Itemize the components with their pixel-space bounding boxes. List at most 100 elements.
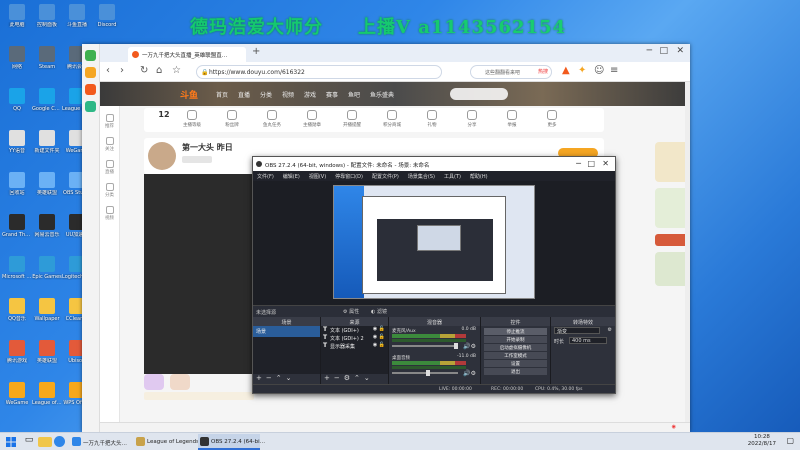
volume-slider[interactable]	[392, 343, 458, 349]
obs-preview[interactable]	[253, 181, 615, 305]
douyu-menu-item[interactable]: 视频	[282, 90, 294, 99]
obs-menu-item[interactable]: 帮助(H)	[470, 174, 488, 180]
desktop-icon[interactable]: Microsoft Edge	[2, 256, 32, 280]
taskbar-app[interactable]: League of Legends	[134, 434, 199, 450]
start-icon[interactable]	[4, 435, 18, 449]
maximize-icon[interactable]: □	[659, 46, 668, 56]
obs-control-button[interactable]: 开始录制	[484, 336, 547, 343]
clock[interactable]: 10:28 2022/8/17	[748, 434, 776, 448]
douyu-menu-item[interactable]: 鱼吧	[348, 90, 360, 99]
desktop-icon[interactable]: 控制面板	[32, 4, 62, 28]
task-view-icon[interactable]: ▭	[22, 435, 36, 449]
page-scrollbar[interactable]	[685, 82, 690, 422]
desktop-icon[interactable]: Google Chrome	[32, 88, 62, 112]
sidebar-star-icon[interactable]	[85, 67, 96, 78]
obs-menu-item[interactable]: 场景集合(S)	[408, 174, 435, 180]
transition-select[interactable]: 渐变	[554, 327, 600, 335]
desktop-icon[interactable]: Steam	[32, 46, 62, 70]
obs-menu-item[interactable]: 编辑(E)	[283, 174, 300, 180]
desktop-icon[interactable]: 网络	[2, 46, 32, 70]
back-icon[interactable]: ‹	[106, 65, 110, 76]
douyu-menu-item[interactable]: 直播	[238, 90, 250, 99]
minimize-icon[interactable]: ─	[647, 46, 652, 56]
bookmark-icon[interactable]: ✦	[578, 65, 586, 76]
visibility-icon[interactable]: ◉ 🔓	[373, 342, 385, 348]
duration-input[interactable]: 400 ms	[569, 337, 607, 344]
promo-button[interactable]	[655, 234, 689, 246]
remove-source-icon[interactable]: −	[334, 374, 340, 382]
tab-douyu[interactable]: 一万九千把大头直播_英雄联盟直…	[128, 47, 246, 62]
volume-slider[interactable]	[392, 370, 458, 376]
add-source-icon[interactable]: +	[324, 374, 330, 382]
douyu-menu-item[interactable]: 游戏	[304, 90, 316, 99]
obs-menu-item[interactable]: 工具(T)	[444, 174, 461, 180]
gift-icon[interactable]	[170, 374, 190, 390]
quick-item[interactable]: 更多	[532, 110, 572, 128]
visibility-icon[interactable]: ◉ 🔓	[373, 334, 385, 340]
desktop-icon[interactable]: QQ音乐	[2, 298, 32, 322]
obs-maximize-icon[interactable]: □	[587, 159, 595, 168]
obs-minimize-icon[interactable]: ─	[576, 159, 581, 168]
desktop-icon[interactable]: 网易云音乐	[32, 214, 62, 238]
menu-icon[interactable]: ≡	[610, 65, 618, 76]
douyu-menu-item[interactable]: 分类	[260, 90, 272, 99]
up-icon[interactable]: ⌃	[276, 374, 282, 382]
filters-button[interactable]: ◐ 滤镜	[371, 308, 387, 315]
quick-item[interactable]: 主播勋章	[292, 110, 332, 128]
quick-item[interactable]: 鱼丸任务	[252, 110, 292, 128]
favorites-icon[interactable]: ☆	[172, 65, 181, 76]
desktop-icon[interactable]: YY语音	[2, 130, 32, 154]
quick-item[interactable]: 分享	[452, 110, 492, 128]
file-explorer-icon[interactable]	[38, 437, 52, 447]
promo-badge[interactable]	[655, 142, 689, 182]
desktop-icon[interactable]: WeGame	[2, 382, 32, 406]
desktop-icon[interactable]: Wallpaper	[32, 298, 62, 322]
quick-item[interactable]: 举报	[492, 110, 532, 128]
douyu-menu-item[interactable]: 赛事	[326, 90, 338, 99]
hot-label[interactable]: 热搜	[538, 68, 548, 75]
up-icon[interactable]: ⌃	[354, 374, 360, 382]
avatar[interactable]	[148, 142, 176, 170]
obs-menu-item[interactable]: 停靠窗口(D)	[335, 174, 363, 180]
address-bar[interactable]: 🔒 https://www.douyu.com/616322	[196, 65, 442, 79]
douyu-side-item[interactable]: 直播	[100, 160, 119, 175]
quick-item[interactable]: 主播等级	[172, 110, 212, 128]
desktop-icon[interactable]: 回收站	[2, 172, 32, 196]
taskbar-app[interactable]: 一万九千把大头…	[70, 434, 132, 450]
visibility-icon[interactable]: ◉ 🔓	[373, 326, 385, 332]
close-icon[interactable]: ✕	[676, 46, 684, 56]
source-item[interactable]: 显示器采集 ◉ 🔓	[321, 342, 388, 350]
scene-item[interactable]: 场景	[253, 326, 320, 337]
sidebar-mail-icon[interactable]	[85, 101, 96, 112]
desktop-icon[interactable]: League of Legends	[32, 382, 62, 406]
obs-menu-item[interactable]: 配置文件(P)	[372, 174, 399, 180]
home-icon[interactable]: ⌂	[156, 65, 162, 76]
obs-menu-item[interactable]: 文件(F)	[257, 174, 274, 180]
desktop-icon[interactable]: QQ	[2, 88, 32, 112]
sidebar-douyu-icon[interactable]	[85, 84, 96, 95]
quick-item[interactable]: 粉丝牌	[212, 110, 252, 128]
notification-icon[interactable]: ▢	[786, 436, 794, 445]
properties-button[interactable]: ⚙ 属性	[343, 308, 359, 315]
remove-scene-icon[interactable]: −	[266, 374, 272, 382]
source-item[interactable]: 文本 (GDI+)◉ 🔓	[321, 326, 388, 334]
source-settings-icon[interactable]: ⚙	[344, 374, 350, 382]
douyu-side-item[interactable]: 推荐	[100, 114, 119, 129]
douyu-menu-item[interactable]: 鱼乐盛典	[370, 90, 394, 99]
desktop-icon[interactable]: 腾讯游戏	[2, 340, 32, 364]
down-icon[interactable]: ⌄	[286, 374, 292, 382]
obs-close-icon[interactable]: ✕	[602, 159, 609, 168]
gift-icon[interactable]	[144, 374, 164, 390]
douyu-logo[interactable]: 斗鱼	[180, 88, 198, 101]
obs-control-button[interactable]: 退出	[484, 368, 547, 375]
room-tag[interactable]	[182, 156, 212, 163]
douyu-side-item[interactable]: 分类	[100, 183, 119, 198]
obs-menu-item[interactable]: 视图(V)	[309, 174, 326, 180]
user-icon[interactable]: ☺	[594, 65, 604, 76]
extension-icon[interactable]: ▲	[562, 65, 570, 76]
desktop-icon[interactable]: Epic Games	[32, 256, 62, 280]
douyu-side-item[interactable]: 视频	[100, 206, 119, 221]
desktop-icon[interactable]: 此电脑	[2, 4, 32, 28]
douyu-search-input[interactable]	[450, 88, 508, 100]
transition-settings-icon[interactable]: ⚙	[608, 327, 612, 333]
